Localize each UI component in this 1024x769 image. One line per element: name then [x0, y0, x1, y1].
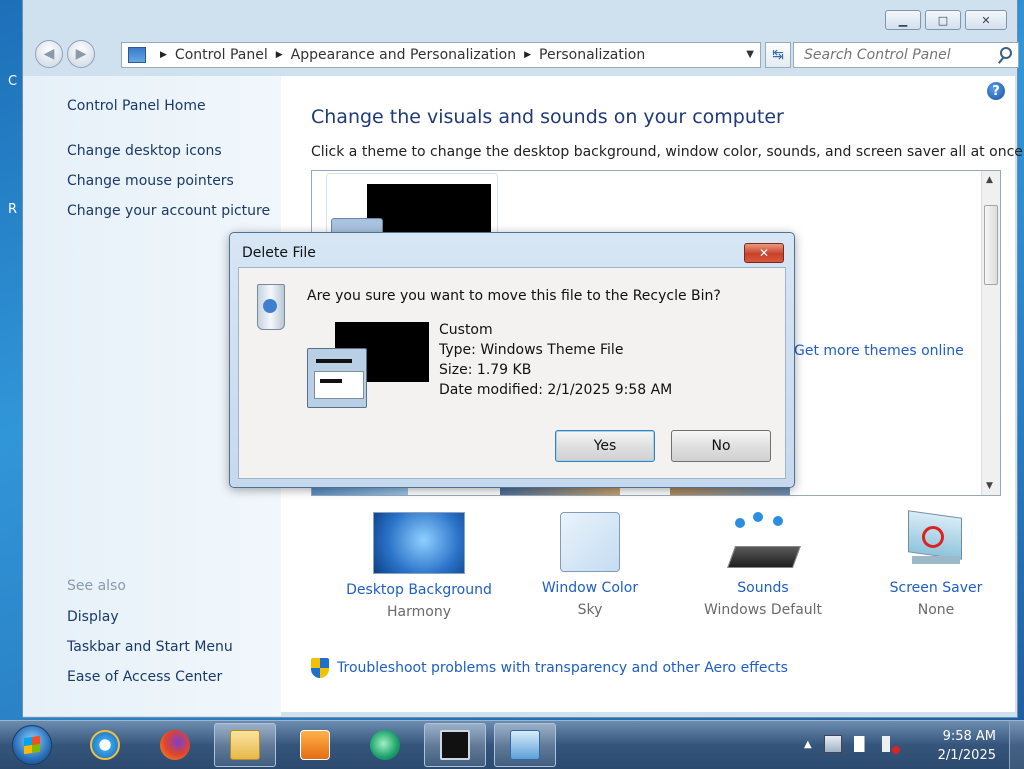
no-button[interactable]: No: [671, 430, 771, 462]
control-panel-icon: [128, 47, 146, 63]
theme-list-scrollbar[interactable]: ▲ ▼: [981, 171, 1000, 495]
clock-time: 9:58 AM: [942, 729, 996, 744]
window-color-value: Sky: [577, 602, 603, 618]
file-explorer-icon[interactable]: [214, 723, 276, 767]
address-bar[interactable]: ▶ Control Panel ▶ Appearance and Persona…: [121, 42, 761, 68]
taskbar-start-menu-link[interactable]: Taskbar and Start Menu: [67, 639, 233, 655]
get-more-themes-link[interactable]: Get more themes online: [794, 343, 964, 359]
breadcrumb-control-panel[interactable]: Control Panel: [175, 47, 268, 63]
troubleshoot-link[interactable]: Troubleshoot problems with transparency …: [337, 660, 788, 676]
file-date-modified: Date modified: 2/1/2025 9:58 AM: [439, 382, 673, 398]
ease-of-access-link[interactable]: Ease of Access Center: [67, 669, 222, 685]
refresh-button[interactable]: ↹: [765, 42, 791, 68]
network-icon[interactable]: [823, 735, 842, 753]
clock[interactable]: 9:58 AM 2/1/2025: [938, 727, 996, 765]
maximize-button[interactable]: □: [925, 10, 961, 30]
file-size: Size: 1.79 KB: [439, 362, 532, 378]
window-controls: ▁ □ ✕: [885, 10, 1007, 30]
desktop-background-icon: [373, 512, 465, 574]
file-info: Custom Type: Windows Theme File Size: 1.…: [439, 320, 672, 400]
action-center-flag-icon[interactable]: [853, 736, 870, 752]
page-description: Click a theme to change the desktop back…: [311, 144, 1024, 160]
change-desktop-icons-link[interactable]: Change desktop icons: [67, 143, 222, 159]
forward-button[interactable]: ▶: [67, 40, 95, 68]
system-tray: ▲: [804, 735, 900, 754]
desktop-background-tile[interactable]: Desktop Background Harmony: [334, 512, 504, 620]
breadcrumb-separator[interactable]: ▶: [524, 50, 531, 60]
clock-date: 2/1/2025: [937, 748, 996, 763]
breadcrumb-appearance[interactable]: Appearance and Personalization: [291, 47, 516, 63]
dialog-question: Are you sure you want to move this file …: [307, 288, 721, 304]
tray-overflow-arrow[interactable]: ▲: [804, 739, 812, 750]
page-title: Change the visuals and sounds on your co…: [311, 106, 784, 128]
desktop-icon-label-fragment: C: [8, 74, 18, 89]
file-type: Type: Windows Theme File: [439, 342, 624, 358]
change-mouse-pointers-link[interactable]: Change mouse pointers: [67, 173, 234, 189]
search-icon[interactable]: [1000, 47, 1012, 59]
breadcrumb-separator[interactable]: ▶: [276, 50, 283, 60]
screen-saver-tile[interactable]: Screen Saver None: [851, 510, 1021, 618]
window-color-tile[interactable]: Window Color Sky: [505, 512, 675, 618]
shield-icon: [311, 658, 329, 678]
change-account-picture-link[interactable]: Change your account picture: [67, 203, 270, 219]
firefox-icon[interactable]: [144, 723, 206, 767]
search-input[interactable]: [802, 46, 996, 64]
breadcrumb-personalization[interactable]: Personalization: [539, 47, 645, 63]
close-button[interactable]: ✕: [965, 10, 1007, 30]
personalization-tiles: Desktop Background Harmony Window Color …: [281, 510, 1015, 642]
yes-button[interactable]: Yes: [555, 430, 655, 462]
sounds-tile[interactable]: Sounds Windows Default: [678, 512, 848, 618]
scroll-down-arrow[interactable]: ▼: [986, 481, 993, 491]
file-name: Custom: [439, 322, 493, 338]
desktop-background-value: Harmony: [387, 604, 451, 620]
display-link[interactable]: Display: [67, 609, 119, 625]
search-box: [793, 42, 1019, 68]
screen-saver-icon: [904, 510, 968, 572]
control-panel-icon[interactable]: [494, 723, 556, 767]
chat-app-icon[interactable]: [354, 723, 416, 767]
dialog-body: Are you sure you want to move this file …: [238, 267, 786, 479]
control-panel-home-link[interactable]: Control Panel Home: [67, 98, 206, 114]
sounds-label[interactable]: Sounds: [678, 580, 848, 596]
window-color-icon: [560, 512, 620, 572]
scroll-up-arrow[interactable]: ▲: [986, 175, 993, 185]
minimize-button[interactable]: ▁: [885, 10, 921, 30]
volume-muted-icon[interactable]: [881, 736, 900, 754]
help-icon[interactable]: ?: [987, 82, 1005, 100]
sounds-icon: [726, 512, 802, 572]
theme-file-icon: [307, 348, 367, 408]
see-also-heading: See also: [67, 578, 126, 594]
command-prompt-icon[interactable]: [424, 723, 486, 767]
media-player-icon[interactable]: [284, 723, 346, 767]
address-dropdown-icon[interactable]: ▼: [746, 49, 754, 60]
dialog-close-button[interactable]: ✕: [744, 243, 784, 263]
show-desktop-button[interactable]: [1009, 721, 1024, 769]
navigation-bar: ◀ ▶ ▶ Control Panel ▶ Appearance and Per…: [33, 38, 1019, 72]
start-button[interactable]: [12, 725, 52, 765]
scroll-thumb[interactable]: [984, 205, 998, 285]
desktop-background-label[interactable]: Desktop Background: [334, 582, 504, 598]
back-button[interactable]: ◀: [35, 40, 63, 68]
internet-explorer-icon[interactable]: [74, 723, 136, 767]
window-color-label[interactable]: Window Color: [505, 580, 675, 596]
desktop-icon-label-fragment: R: [8, 202, 18, 217]
recycle-bin-icon: [257, 284, 285, 330]
breadcrumb-separator[interactable]: ▶: [160, 50, 167, 60]
sounds-value: Windows Default: [703, 602, 823, 618]
dialog-title: Delete File: [242, 245, 316, 261]
delete-file-dialog: Delete File ✕ Are you sure you want to m…: [229, 232, 795, 488]
taskbar: ▲ 9:58 AM 2/1/2025: [0, 720, 1024, 769]
screen-saver-value: None: [917, 602, 955, 618]
screen-saver-label[interactable]: Screen Saver: [851, 580, 1021, 596]
troubleshoot-link-row[interactable]: Troubleshoot problems with transparency …: [311, 658, 788, 678]
